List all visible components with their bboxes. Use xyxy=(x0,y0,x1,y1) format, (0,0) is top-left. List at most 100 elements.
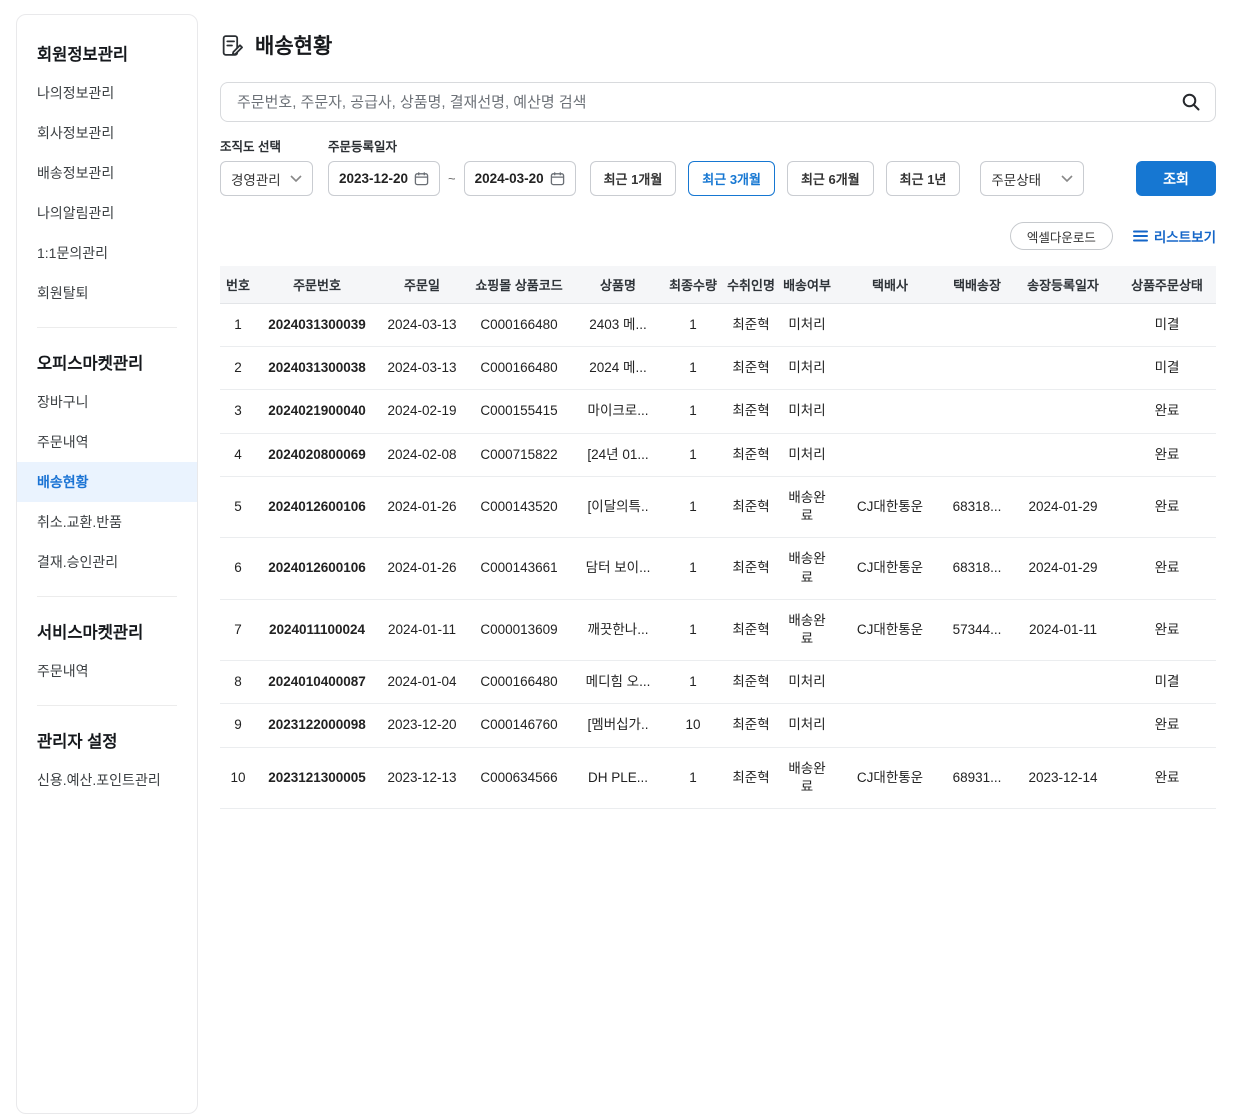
table-cell xyxy=(1008,347,1118,390)
table-body: 120240313000392024-03-13C0001664802403 메… xyxy=(220,304,1216,809)
sidebar-divider xyxy=(37,705,177,706)
table-cell: C000166480 xyxy=(466,347,572,390)
date-to-input[interactable]: 2024-03-20 xyxy=(464,161,576,196)
table-cell: 2024-03-13 xyxy=(378,304,466,347)
table-cell: 1 xyxy=(664,747,722,808)
table-cell xyxy=(1008,704,1118,747)
sidebar-item[interactable]: 주문내역 xyxy=(17,422,197,462)
date-to-value: 2024-03-20 xyxy=(475,171,544,186)
table-row[interactable]: 1020231213000052023-12-13C000634566DH PL… xyxy=(220,747,1216,808)
table-cell: 메디힘 오... xyxy=(572,661,664,704)
search-button[interactable]: 조회 xyxy=(1136,161,1216,196)
table-row[interactable]: 120240313000392024-03-13C0001664802403 메… xyxy=(220,304,1216,347)
table-row[interactable]: 220240313000382024-03-13C0001664802024 메… xyxy=(220,347,1216,390)
table-cell: C000143520 xyxy=(466,476,572,537)
table-cell xyxy=(834,390,946,433)
calendar-icon xyxy=(550,171,565,186)
orders-table: 번호주문번호주문일쇼핑몰 상품코드상품명최종수량수취인명배송여부택배사택배송장송… xyxy=(220,266,1216,809)
sidebar-item[interactable]: 회사정보관리 xyxy=(17,113,197,153)
org-select-label: 조직도 선택 xyxy=(220,136,328,155)
table-cell: 1 xyxy=(664,599,722,660)
table-cell xyxy=(946,390,1008,433)
period-button[interactable]: 최근 1개월 xyxy=(590,161,677,196)
table-cell xyxy=(946,433,1008,476)
org-select[interactable]: 경영관리 xyxy=(220,161,313,196)
table-row[interactable]: 820240104000872024-01-04C000166480메디힘 오.… xyxy=(220,661,1216,704)
table-row[interactable]: 420240208000692024-02-08C000715822[24년 0… xyxy=(220,433,1216,476)
table-toolbar: 엑셀다운로드 리스트보기 xyxy=(220,222,1216,250)
sidebar-item[interactable]: 나의알림관리 xyxy=(17,193,197,233)
table-cell: 배송완료 xyxy=(780,476,834,537)
table-cell: 1 xyxy=(664,347,722,390)
column-header: 주문일 xyxy=(378,266,466,304)
table-cell xyxy=(1008,433,1118,476)
list-view-button[interactable]: 리스트보기 xyxy=(1133,226,1216,246)
table-cell: CJ대한통운 xyxy=(834,599,946,660)
table-cell: 2024-02-19 xyxy=(378,390,466,433)
table-cell: 2 xyxy=(220,347,256,390)
table-row[interactable]: 320240219000402024-02-19C000155415마이크로..… xyxy=(220,390,1216,433)
search-input[interactable] xyxy=(235,93,1181,112)
table-row[interactable]: 620240126001062024-01-26C000143661담터 보이.… xyxy=(220,538,1216,599)
table-cell: 미결 xyxy=(1118,661,1216,704)
sidebar-item[interactable]: 배송현황 xyxy=(17,462,197,502)
table-cell: 1 xyxy=(664,538,722,599)
column-header: 배송여부 xyxy=(780,266,834,304)
table-cell: 마이크로... xyxy=(572,390,664,433)
table-cell: 미처리 xyxy=(780,433,834,476)
chevron-down-icon xyxy=(290,175,302,183)
table-cell: 2024010400087 xyxy=(256,661,378,704)
table-cell: 2024-01-11 xyxy=(378,599,466,660)
sidebar-item[interactable]: 신용.예산.포인트관리 xyxy=(17,760,197,800)
sidebar-item[interactable]: 취소.교환.반품 xyxy=(17,502,197,542)
period-button[interactable]: 최근 6개월 xyxy=(787,161,874,196)
sidebar-item[interactable]: 나의정보관리 xyxy=(17,73,197,113)
table-cell: 4 xyxy=(220,433,256,476)
sidebar-item[interactable]: 1:1문의관리 xyxy=(17,233,197,273)
excel-download-button[interactable]: 엑셀다운로드 xyxy=(1010,222,1113,250)
sidebar-item[interactable]: 주문내역 xyxy=(17,651,197,691)
search-bar xyxy=(220,82,1216,122)
date-range-separator: ~ xyxy=(448,171,456,186)
document-edit-icon xyxy=(220,33,245,58)
table-cell: 완료 xyxy=(1118,433,1216,476)
sidebar-section-title: 서비스마켓관리 xyxy=(37,619,177,643)
table-cell: 완료 xyxy=(1118,747,1216,808)
sidebar-section-title: 관리자 설정 xyxy=(37,728,177,752)
table-cell: [이달의특.. xyxy=(572,476,664,537)
sidebar-item[interactable]: 배송정보관리 xyxy=(17,153,197,193)
table-cell: 미처리 xyxy=(780,661,834,704)
page-title: 배송현황 xyxy=(255,30,332,60)
table-cell: 완료 xyxy=(1118,599,1216,660)
period-button[interactable]: 최근 1년 xyxy=(886,161,961,196)
table-cell: 최준혁 xyxy=(722,747,780,808)
table-cell: 2024-01-26 xyxy=(378,538,466,599)
table-cell: 최준혁 xyxy=(722,538,780,599)
table-cell: 2024-01-29 xyxy=(1008,476,1118,537)
date-from-value: 2023-12-20 xyxy=(339,171,408,186)
table-cell: C000634566 xyxy=(466,747,572,808)
table-cell: 2024011100024 xyxy=(256,599,378,660)
table-cell xyxy=(834,347,946,390)
column-header: 쇼핑몰 상품코드 xyxy=(466,266,572,304)
table-cell: C000155415 xyxy=(466,390,572,433)
sidebar-item[interactable]: 회원탈퇴 xyxy=(17,273,197,313)
table-cell: 2024021900040 xyxy=(256,390,378,433)
sidebar-item[interactable]: 결재.승인관리 xyxy=(17,542,197,582)
period-button[interactable]: 최근 3개월 xyxy=(688,161,775,196)
table-cell xyxy=(834,661,946,704)
table-row[interactable]: 720240111000242024-01-11C000013609깨끗한나..… xyxy=(220,599,1216,660)
sidebar-item[interactable]: 장바구니 xyxy=(17,382,197,422)
table-cell: 2024-03-13 xyxy=(378,347,466,390)
table-row[interactable]: 920231220000982023-12-20C000146760[멤버십가.… xyxy=(220,704,1216,747)
table-cell: 2024-02-08 xyxy=(378,433,466,476)
table-row[interactable]: 520240126001062024-01-26C000143520[이달의특.… xyxy=(220,476,1216,537)
column-header: 수취인명 xyxy=(722,266,780,304)
date-from-input[interactable]: 2023-12-20 xyxy=(328,161,440,196)
table-cell: 1 xyxy=(664,476,722,537)
order-status-value: 주문상태 xyxy=(991,169,1041,189)
order-status-select[interactable]: 주문상태 xyxy=(980,161,1084,196)
table-cell: 최준혁 xyxy=(722,704,780,747)
column-header: 택배송장 xyxy=(946,266,1008,304)
search-icon[interactable] xyxy=(1181,92,1201,112)
